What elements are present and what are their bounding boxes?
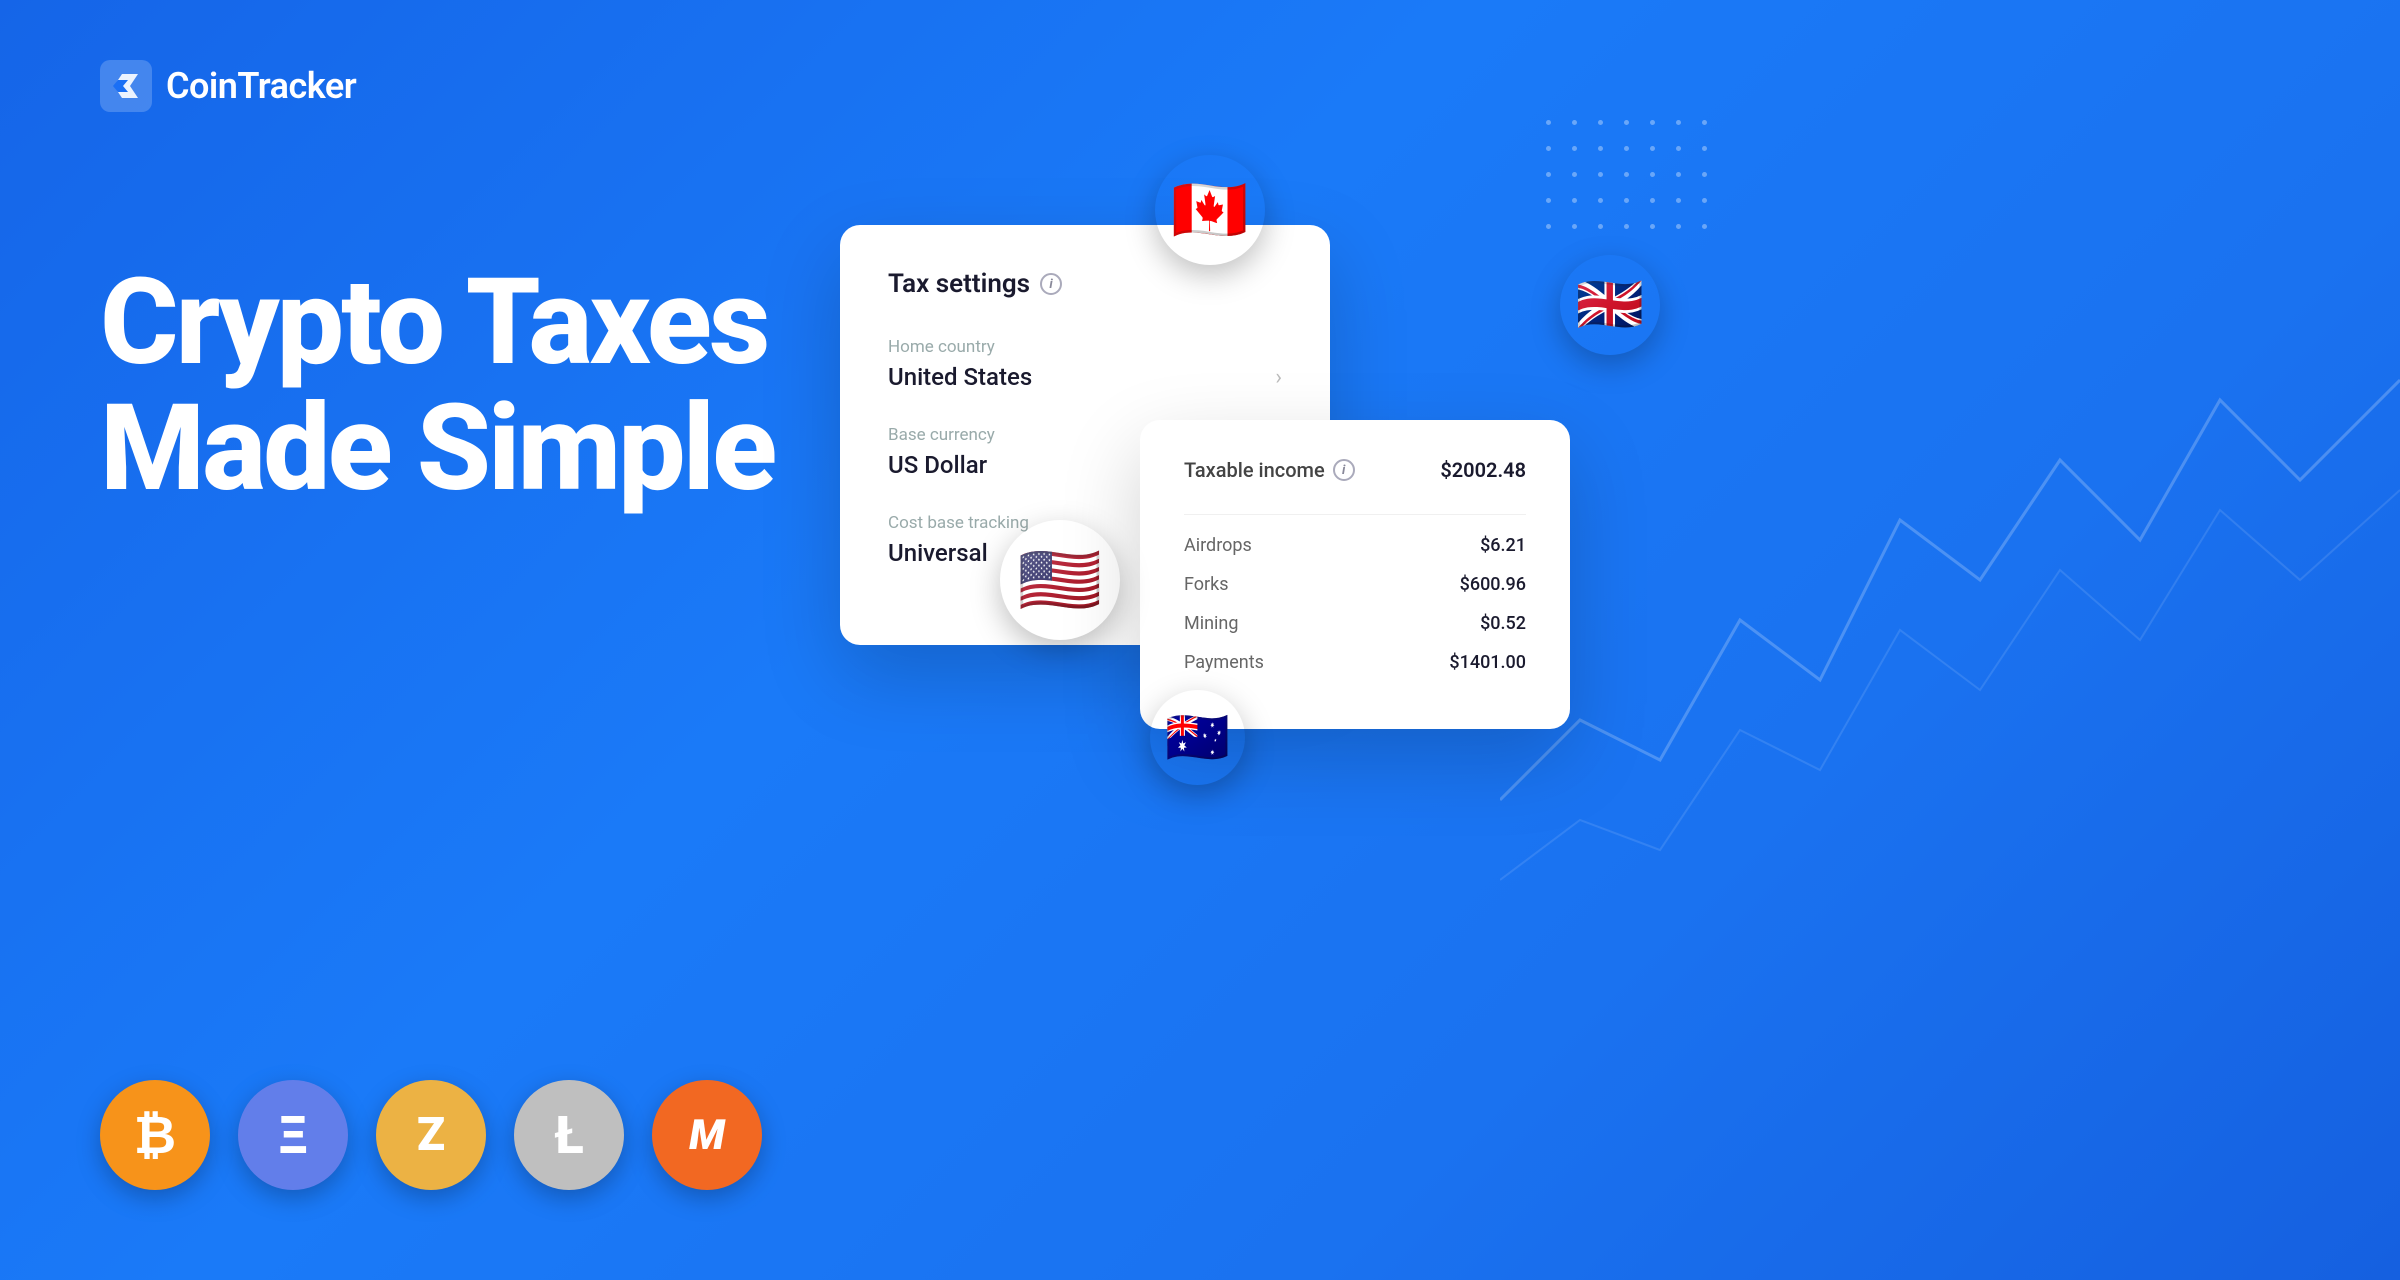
forks-label: Forks (1184, 574, 1229, 595)
usa-flag: 🇺🇸 (1000, 520, 1120, 640)
income-title-row: Taxable income i (1184, 458, 1355, 482)
airdrops-value: $6.21 (1480, 535, 1526, 556)
payments-label: Payments (1184, 652, 1264, 673)
brand-name: CoinTracker (166, 65, 356, 107)
uk-flag: 🇬🇧 (1560, 255, 1660, 355)
home-country-value: United States (888, 363, 1032, 391)
bitcoin-icon: ₿ (100, 1080, 210, 1190)
tax-settings-info-icon[interactable]: i (1040, 273, 1062, 295)
income-card: Taxable income i $2002.48 Airdrops $6.21… (1140, 420, 1570, 729)
chevron-right-icon: › (1275, 365, 1282, 390)
monero-icon: M (652, 1080, 762, 1190)
hero-title: Crypto Taxes Made Simple (100, 260, 774, 512)
ethereum-icon: Ξ (238, 1080, 348, 1190)
taxable-income-total: $2002.48 (1440, 458, 1526, 482)
litecoin-icon: Ł (514, 1080, 624, 1190)
mining-value: $0.52 (1480, 613, 1526, 634)
airdrops-label: Airdrops (1184, 535, 1252, 556)
home-country-label: Home country (888, 337, 1282, 357)
income-header: Taxable income i $2002.48 (1184, 458, 1526, 482)
cost-base-value: Universal (888, 539, 988, 567)
hero-section: Crypto Taxes Made Simple (100, 260, 774, 512)
home-country-row[interactable]: United States › (888, 363, 1282, 391)
payments-value: $1401.00 (1449, 652, 1526, 673)
mining-row: Mining $0.52 (1184, 613, 1526, 634)
canada-flag: 🇨🇦 (1155, 155, 1265, 265)
home-country-field: Home country United States › (888, 337, 1282, 391)
mining-label: Mining (1184, 613, 1238, 634)
forks-value: $600.96 (1460, 574, 1526, 595)
airdrops-row: Airdrops $6.21 (1184, 535, 1526, 556)
crypto-icons-row: ₿ Ξ Z Ł M (100, 1080, 762, 1190)
payments-row: Payments $1401.00 (1184, 652, 1526, 673)
tax-settings-title: Tax settings (888, 269, 1030, 299)
dot-grid: for(let i=0;i<35;i++) document.write('<d… (1546, 120, 1720, 242)
taxable-income-label: Taxable income (1184, 458, 1325, 482)
income-info-icon[interactable]: i (1333, 459, 1355, 481)
forks-row: Forks $600.96 (1184, 574, 1526, 595)
logo-icon (100, 60, 152, 112)
income-divider (1184, 514, 1526, 515)
australia-flag: 🇦🇺 (1150, 690, 1245, 785)
card-header: Tax settings i (888, 269, 1282, 299)
base-currency-value: US Dollar (888, 451, 987, 479)
zcash-icon: Z (376, 1080, 486, 1190)
logo[interactable]: CoinTracker (100, 60, 356, 112)
